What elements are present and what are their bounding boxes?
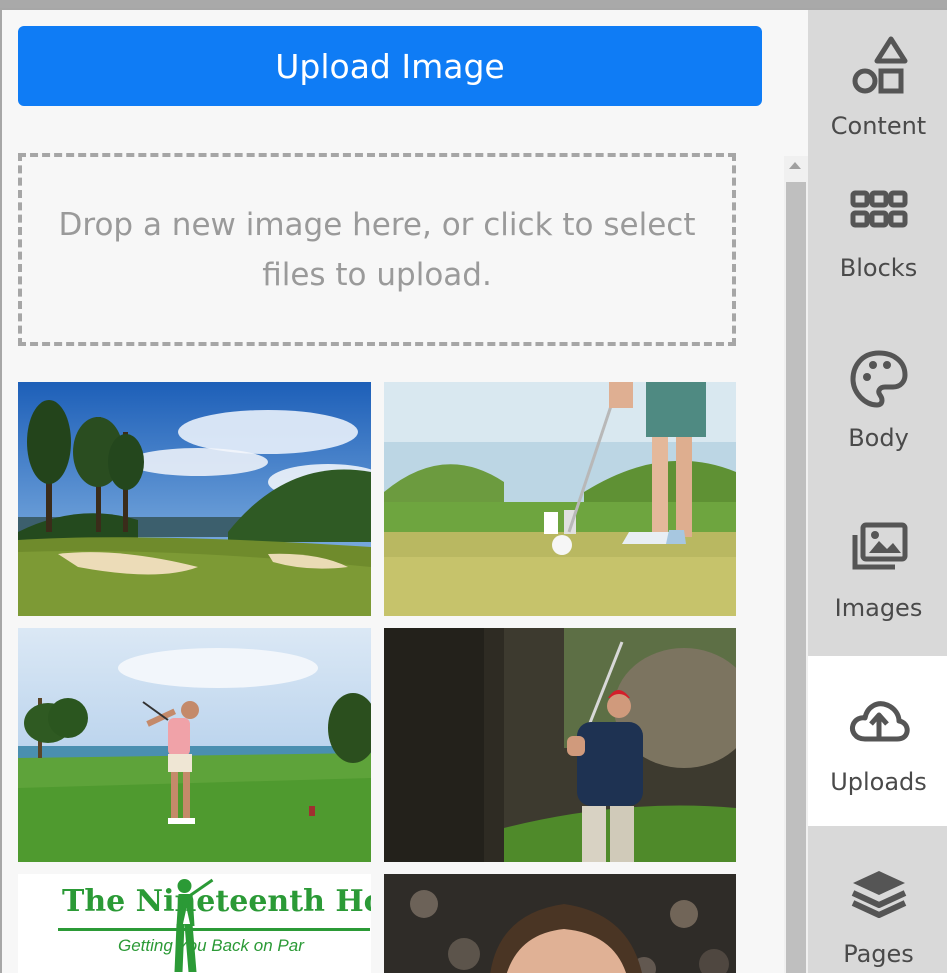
man-red-hat-golfer-photo bbox=[384, 628, 736, 862]
cloud-upload-icon bbox=[844, 688, 914, 758]
uploaded-image-golf-course[interactable] bbox=[18, 382, 371, 616]
tab-images[interactable]: Images bbox=[808, 482, 947, 652]
scrollbar[interactable] bbox=[784, 156, 808, 973]
uploaded-image-woman-golfer[interactable] bbox=[18, 628, 371, 862]
logo-title: The Nineteenth Hole bbox=[62, 884, 371, 919]
dropzone-text: Drop a new image here, or click to selec… bbox=[58, 206, 696, 293]
tab-pages[interactable]: Pages bbox=[808, 828, 947, 973]
sidebar: Content Blocks Body Images Uploads Pages bbox=[808, 10, 947, 973]
tab-blocks[interactable]: Blocks bbox=[808, 142, 947, 312]
shapes-icon bbox=[844, 32, 914, 102]
golf-course-photo bbox=[18, 382, 371, 616]
logo-subtitle: Getting You Back on Par bbox=[118, 936, 304, 955]
scroll-up-arrow[interactable] bbox=[789, 162, 801, 169]
scroll-thumb[interactable] bbox=[786, 182, 806, 973]
uploaded-image-golfer-putting[interactable] bbox=[384, 382, 736, 616]
upload-image-button[interactable]: Upload Image bbox=[18, 26, 762, 106]
image-icon bbox=[844, 514, 914, 584]
logo-rule bbox=[58, 928, 370, 931]
man-portrait-photo bbox=[384, 874, 736, 973]
tab-uploads[interactable]: Uploads bbox=[808, 656, 947, 826]
grid-icon bbox=[844, 174, 914, 244]
tab-body[interactable]: Body bbox=[808, 312, 947, 482]
palette-icon bbox=[844, 344, 914, 414]
uploads-panel: Upload Image Drop a new image here, or c… bbox=[0, 8, 947, 973]
uploaded-image-man-red-hat[interactable] bbox=[384, 628, 736, 862]
uploaded-image-nineteenth-hole-logo[interactable]: The Nineteenth Hole Getting You Back on … bbox=[18, 874, 371, 973]
layers-icon bbox=[844, 860, 914, 930]
golfer-putting-photo bbox=[384, 382, 736, 616]
woman-golfer-swing-photo bbox=[18, 628, 371, 862]
image-dropzone[interactable]: Drop a new image here, or click to selec… bbox=[18, 153, 736, 346]
uploaded-image-man-portrait[interactable] bbox=[384, 874, 736, 973]
